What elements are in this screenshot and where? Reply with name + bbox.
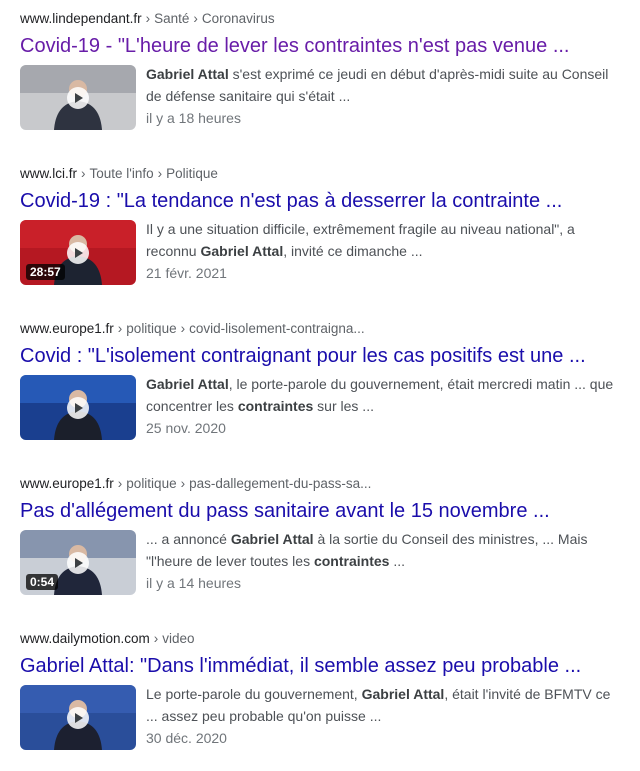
search-result: www.lindependant.fr › Santé › Coronavirus Cov… — [20, 10, 620, 131]
snippet-line: Il y a une situation difficile, extrêmem… — [146, 218, 620, 240]
snippet-highlight: Gabriel Attal — [361, 686, 445, 702]
breadcrumb-separator: › — [145, 11, 151, 26]
search-result: www.lci.fr › Toute l'info › Politique Covid-1… — [20, 165, 620, 286]
breadcrumb-item: video — [162, 631, 195, 646]
result-snippet-block: ... a annoncé Gabriel Attal à la sortie … — [146, 528, 620, 594]
result-title-link[interactable]: Pas d'allégement du pass sanitaire avant… — [20, 498, 620, 524]
video-thumbnail[interactable]: 28:57 — [20, 220, 136, 285]
breadcrumb-separator: › — [81, 166, 86, 181]
snippet-highlight: Gabriel Attal — [146, 376, 229, 392]
search-result: www.dailymotion.com › video Gabriel Attal: … — [20, 630, 620, 751]
snippet-highlight: contraintes — [237, 398, 314, 414]
breadcrumb-item: covid-lisolement-contraigna... — [189, 321, 365, 336]
snippet-line: concentrer les contraintes sur les ... — [146, 395, 620, 417]
result-body: 28:57 Il y a une situation difficile, ext… — [20, 220, 620, 286]
result-title-link[interactable]: Covid-19 : "La tendance n'est pas à dess… — [20, 188, 620, 214]
result-breadcrumb: www.dailymotion.com › video — [20, 630, 620, 648]
result-date: il y a 18 heures — [146, 110, 241, 126]
snippet-line: Gabriel Attal s'est exprimé ce jeudi en … — [146, 63, 620, 85]
result-date: 25 nov. 2020 — [146, 420, 226, 436]
play-icon[interactable] — [67, 707, 89, 729]
video-duration: 0:54 — [26, 574, 59, 590]
result-breadcrumb: www.europe1.fr › politique › covid-lisolemen… — [20, 320, 620, 338]
snippet-text: s'est exprimé ce jeudi en début d'après-… — [228, 66, 609, 82]
snippet-line: ... a annoncé Gabriel Attal à la sortie … — [146, 528, 620, 550]
snippet-line: Le porte-parole du gouvernement, Gabriel… — [146, 683, 620, 705]
snippet-line: reconnu Gabriel Attal, invité ce dimanch… — [146, 240, 620, 262]
result-title-link[interactable]: Covid-19 - "L'heure de lever les contrai… — [20, 33, 620, 59]
play-icon[interactable] — [67, 397, 89, 419]
result-date: 30 déc. 2020 — [146, 730, 227, 746]
breadcrumb-separator: › — [117, 321, 123, 336]
snippet-highlight: contraintes — [313, 553, 390, 569]
result-date: 21 févr. 2021 — [146, 265, 227, 281]
breadcrumb-item: politique — [126, 476, 177, 491]
snippet-text: Le porte-parole du gouvernement, — [146, 686, 362, 702]
video-thumbnail[interactable] — [20, 65, 136, 130]
snippet-text: ... assez peu probable qu'on puisse ... — [146, 708, 382, 724]
snippet-text: , était l'invité de BFMTV ce — [444, 686, 611, 702]
play-icon[interactable] — [67, 87, 89, 109]
result-domain[interactable]: www.lindependant.fr — [20, 11, 142, 26]
video-thumbnail[interactable] — [20, 685, 136, 750]
snippet-text: Il y a une situation difficile, extrêmem… — [146, 221, 575, 237]
play-icon[interactable] — [67, 242, 89, 264]
breadcrumb-separator: › — [157, 166, 163, 181]
breadcrumb-item: Toute l'info — [89, 166, 154, 181]
search-result: www.europe1.fr › politique › covid-lisolemen… — [20, 320, 620, 441]
snippet-text: de défense sanitaire qui s'était ... — [146, 88, 351, 104]
video-thumbnail[interactable]: 0:54 — [20, 530, 136, 595]
breadcrumb-item: politique — [126, 321, 177, 336]
result-snippet-block: Gabriel Attal, le porte-parole du gouver… — [146, 373, 620, 439]
snippet-text: sur les ... — [313, 398, 374, 414]
result-title-link[interactable]: Covid : "L'isolement contraignant pour l… — [20, 343, 620, 369]
breadcrumb-separator: › — [180, 476, 186, 491]
breadcrumb-item: Politique — [166, 166, 218, 181]
snippet-text: à la sortie du Conseil des ministres, ..… — [313, 531, 588, 547]
snippet-text: ... — [389, 553, 405, 569]
result-breadcrumb: www.lci.fr › Toute l'info › Politique — [20, 165, 620, 183]
result-body: 0:54 ... a annoncé Gabriel Attal à la sor… — [20, 530, 620, 596]
breadcrumb-separator: › — [153, 631, 159, 646]
breadcrumb-separator: › — [180, 321, 186, 336]
snippet-line: "l'heure de lever toutes les contraintes… — [146, 550, 620, 572]
result-body: Gabriel Attal s'est exprimé ce jeudi en … — [20, 65, 620, 131]
snippet-text: , invité ce dimanche ... — [283, 243, 423, 259]
snippet-line: Gabriel Attal, le porte-parole du gouver… — [146, 373, 620, 395]
snippet-highlight: Gabriel Attal — [230, 531, 314, 547]
search-result: www.europe1.fr › politique › pas-dallegement… — [20, 475, 620, 596]
result-breadcrumb: www.europe1.fr › politique › pas-dallegement… — [20, 475, 620, 493]
play-icon[interactable] — [67, 552, 89, 574]
result-domain[interactable]: www.dailymotion.com — [20, 631, 150, 646]
result-date: il y a 14 heures — [146, 575, 241, 591]
snippet-text: concentrer les — [146, 398, 238, 414]
snippet-highlight: Gabriel Attal — [200, 243, 284, 259]
result-body: Le porte-parole du gouvernement, Gabriel… — [20, 685, 620, 751]
result-snippet-block: Il y a une situation difficile, extrêmem… — [146, 218, 620, 284]
result-snippet-block: Gabriel Attal s'est exprimé ce jeudi en … — [146, 63, 620, 129]
result-body: Gabriel Attal, le porte-parole du gouver… — [20, 375, 620, 441]
breadcrumb-item: Santé — [154, 11, 190, 26]
video-thumbnail[interactable] — [20, 375, 136, 440]
snippet-line: ... assez peu probable qu'on puisse ... — [146, 705, 620, 727]
snippet-highlight: Gabriel Attal — [146, 66, 229, 82]
video-duration: 28:57 — [26, 264, 65, 280]
breadcrumb-item: Coronavirus — [201, 11, 275, 26]
breadcrumb-separator: › — [193, 11, 198, 26]
result-domain[interactable]: www.europe1.fr — [20, 476, 114, 491]
snippet-text: "l'heure de lever toutes les — [146, 553, 314, 569]
result-snippet-block: Le porte-parole du gouvernement, Gabriel… — [146, 683, 620, 749]
snippet-text: ... a annoncé — [146, 531, 231, 547]
snippet-text: , le porte-parole du gouvernement, était… — [228, 376, 614, 392]
result-breadcrumb: www.lindependant.fr › Santé › Coronavirus — [20, 10, 620, 28]
result-domain[interactable]: www.lci.fr — [20, 166, 77, 181]
snippet-line: de défense sanitaire qui s'était ... — [146, 85, 620, 107]
breadcrumb-item: pas-dallegement-du-pass-sa... — [189, 476, 372, 491]
result-domain[interactable]: www.europe1.fr — [20, 321, 114, 336]
result-title-link[interactable]: Gabriel Attal: "Dans l'immédiat, il semb… — [20, 653, 620, 679]
snippet-text: reconnu — [146, 243, 201, 259]
breadcrumb-separator: › — [117, 476, 123, 491]
